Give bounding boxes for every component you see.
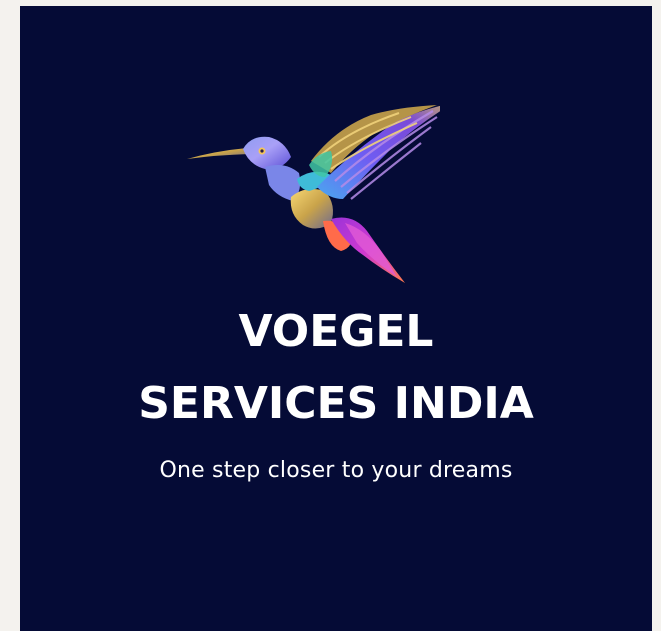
brand-name-line-2: SERVICES INDIA bbox=[138, 378, 534, 429]
logo-card: VOEGEL SERVICES INDIA One step closer to… bbox=[20, 6, 652, 631]
brand-name-line-1: VOEGEL bbox=[238, 306, 434, 357]
hummingbird-icon bbox=[187, 105, 440, 283]
tagline: One step closer to your dreams bbox=[159, 458, 513, 483]
